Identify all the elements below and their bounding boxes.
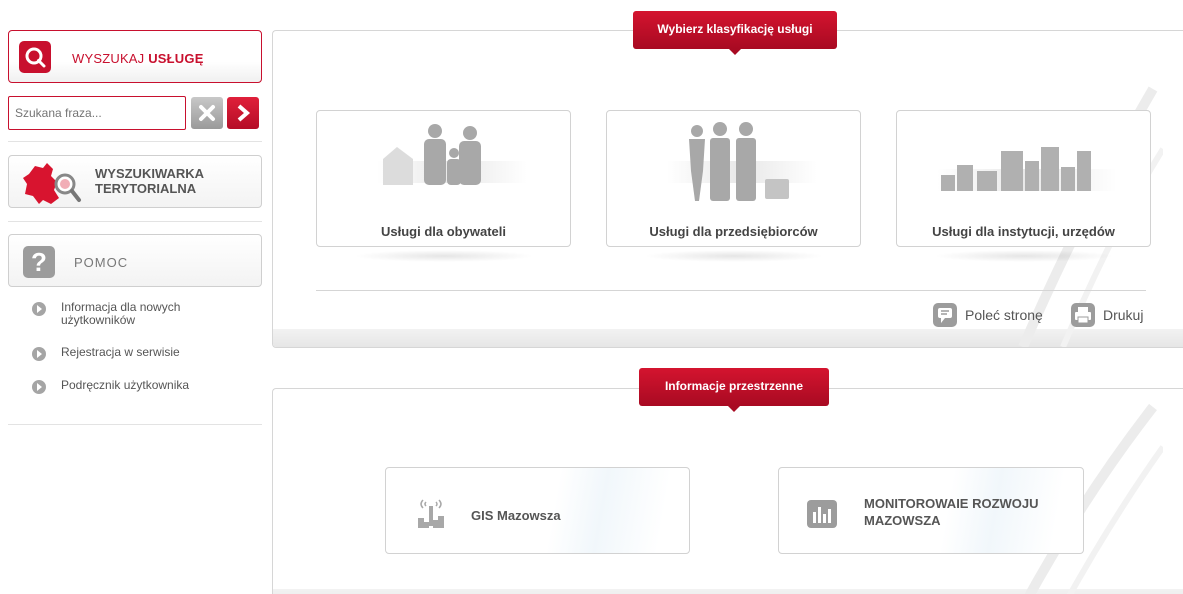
- card-title: Usługi dla instytucji, urzędów: [932, 224, 1115, 239]
- spatial-info-tab: Informacje przestrzenne: [639, 368, 829, 412]
- print-link[interactable]: Drukuj: [1071, 303, 1143, 327]
- family-icon: [377, 124, 527, 185]
- card-shadow: [644, 250, 824, 262]
- card-title: GIS Mazowsza: [471, 508, 561, 523]
- classification-tab: Wybierz klasyfikację usługi: [633, 11, 837, 55]
- territorial-search-label: WYSZUKIWARKA TERYTORIALNA: [95, 166, 205, 196]
- help-header[interactable]: ? POMOC: [8, 234, 262, 287]
- clear-button[interactable]: [191, 97, 223, 129]
- search-input[interactable]: [8, 96, 186, 130]
- divider: [8, 424, 262, 425]
- search-row: [8, 96, 262, 130]
- card-gis-mazowsza[interactable]: GIS Mazowsza: [385, 467, 690, 554]
- card-business-services[interactable]: Usługi dla przedsiębiorców: [606, 110, 861, 247]
- antenna-icon: [418, 499, 444, 528]
- page: WYSZUKAJ USŁUGĘ WYSZUKIWARKA TERYTORIALN…: [0, 0, 1183, 594]
- search-service-label: WYSZUKAJ USŁUGĘ: [72, 51, 204, 66]
- question-icon: ?: [23, 246, 55, 278]
- arrow-circle-icon: [32, 380, 46, 394]
- arrow-circle-icon: [32, 302, 46, 316]
- card-title: Usługi dla obywateli: [381, 224, 506, 239]
- help-label: POMOC: [74, 255, 129, 270]
- search-submit-button[interactable]: [227, 97, 259, 129]
- business-people-icon: [667, 122, 817, 201]
- divider: [8, 221, 262, 222]
- help-link-new-users[interactable]: Informacja dla nowych użytkowników: [32, 301, 211, 327]
- card-shadow: [354, 250, 534, 262]
- card-title: MONITOROWAIE ROZWOJU MAZOWSZA: [864, 496, 1039, 528]
- chevron-right-icon: [237, 104, 251, 122]
- arrow-circle-icon: [32, 347, 46, 361]
- card-title: Usługi dla przedsiębiorców: [649, 224, 818, 239]
- card-shadow: [934, 250, 1114, 262]
- help-link-registration[interactable]: Rejestracja w serwisie: [32, 346, 211, 361]
- bar-chart-icon: [807, 500, 837, 528]
- map-magnifier-icon: [23, 163, 81, 204]
- card-citizens-services[interactable]: Usługi dla obywateli: [316, 110, 571, 247]
- territorial-search-button[interactable]: WYSZUKIWARKA TERYTORIALNA: [8, 155, 262, 208]
- printer-icon: [1071, 303, 1095, 327]
- search-icon: [19, 41, 51, 73]
- search-service-header[interactable]: WYSZUKAJ USŁUGĘ: [8, 30, 262, 83]
- divider: [8, 141, 262, 142]
- recommend-page-link[interactable]: Poleć stronę: [933, 303, 1043, 327]
- speech-bubble-icon: [933, 303, 957, 327]
- card-institution-services[interactable]: Usługi dla instytucji, urzędów: [896, 110, 1151, 247]
- card-development-monitoring[interactable]: MONITOROWAIE ROZWOJU MAZOWSZA: [778, 467, 1084, 554]
- close-icon: [199, 105, 215, 121]
- panel-divider: [316, 290, 1146, 291]
- city-buildings-icon: [937, 147, 1117, 191]
- help-link-user-manual[interactable]: Podręcznik użytkownika: [32, 379, 211, 394]
